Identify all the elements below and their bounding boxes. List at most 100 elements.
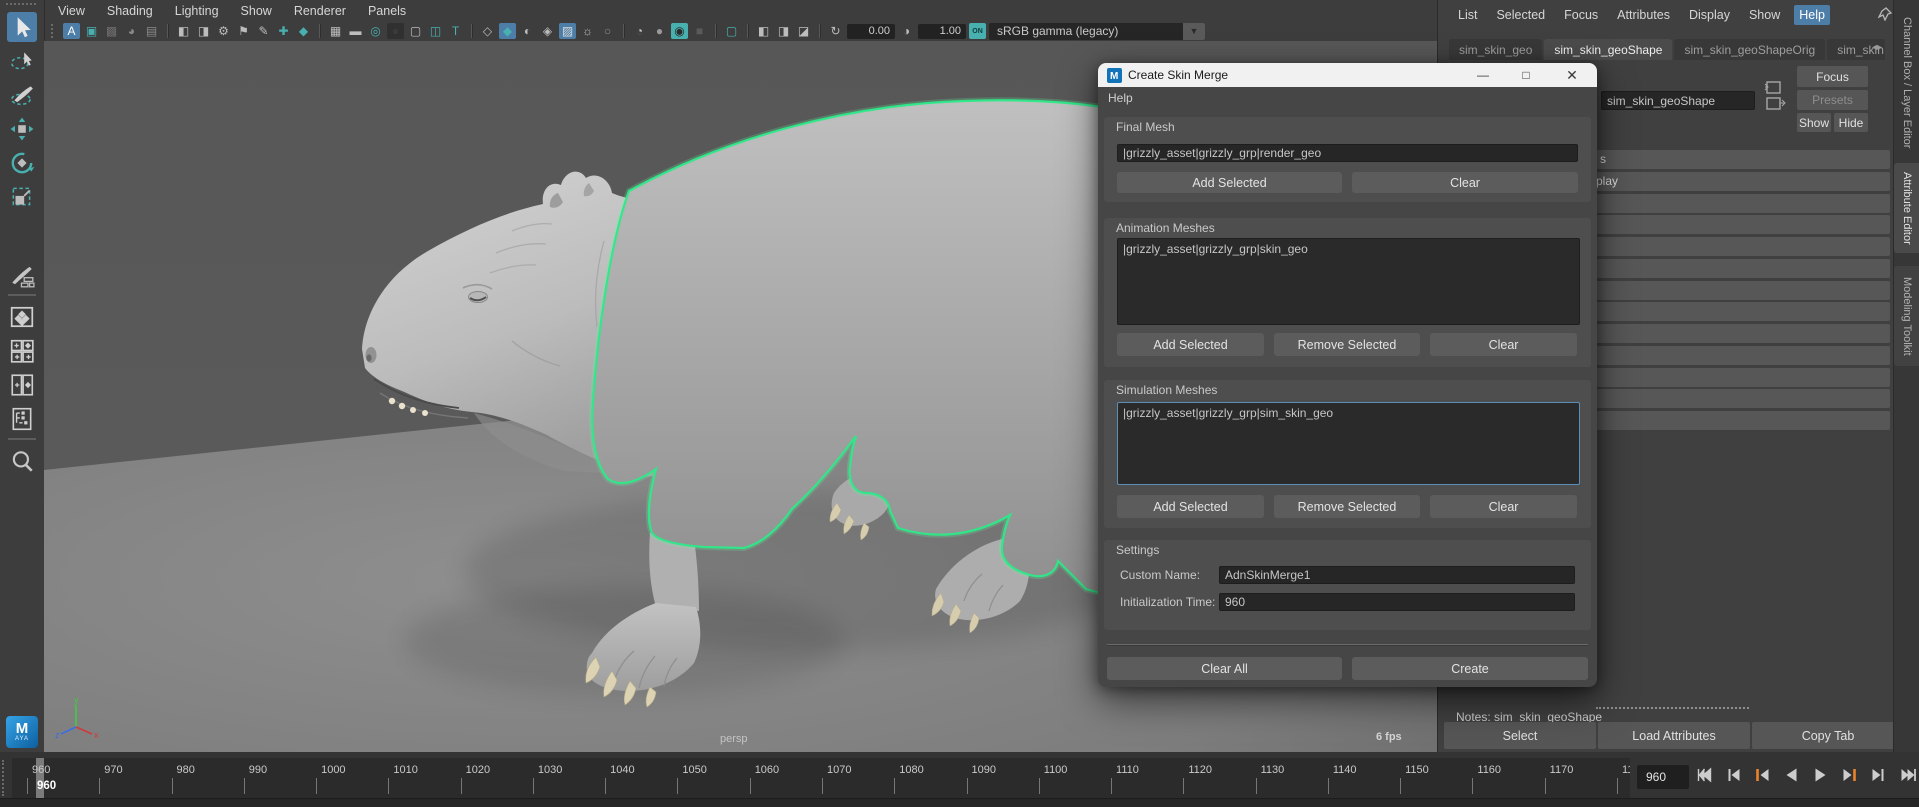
anim-clear-button[interactable]: Clear [1430, 333, 1577, 356]
tab-attribute-editor[interactable]: Attribute Editor [1894, 163, 1919, 253]
copy-tab-button[interactable]: Copy Tab [1752, 722, 1904, 749]
play-backward-button[interactable] [1783, 767, 1800, 788]
ae-menu-help[interactable]: Help [1794, 5, 1830, 25]
snap-icon[interactable]: ✚ [275, 23, 292, 39]
final-clear-button[interactable]: Clear [1352, 172, 1578, 193]
viewport-menu-view[interactable]: View [58, 4, 85, 18]
ae-menu-display[interactable]: Display [1684, 5, 1735, 25]
rotate-tool[interactable] [7, 148, 37, 178]
exposure-field[interactable]: 0.00 [847, 24, 895, 39]
image-plane-icon[interactable]: ▤ [143, 23, 160, 39]
ae-tab-sim_skin_geoShape[interactable]: sim_skin_geoShape [1544, 39, 1672, 60]
dialog-titlebar[interactable]: M Create Skin Merge — □ ✕ [1098, 63, 1597, 87]
viewport-menu-show[interactable]: Show [241, 4, 272, 18]
final-mesh-field[interactable]: |grizzly_asset|grizzly_grp|render_geo [1117, 144, 1578, 162]
layout-four-pane[interactable] [7, 336, 37, 366]
xray-icon[interactable]: ◔ [631, 23, 648, 39]
time-ruler[interactable]: 960 960970980990100010101020103010401050… [12, 758, 1630, 798]
step-forward-key-button[interactable] [1841, 767, 1858, 788]
viewport-menu-lighting[interactable]: Lighting [175, 4, 219, 18]
ae-menu-attributes[interactable]: Attributes [1612, 5, 1675, 25]
play-forward-button[interactable] [1812, 767, 1829, 788]
sim-add-selected-button[interactable]: Add Selected [1117, 495, 1264, 518]
exposure-toggle-icon[interactable]: ◉ [671, 23, 688, 39]
safe-title-icon[interactable]: T [447, 23, 464, 39]
lighting-icon[interactable]: ☼ [579, 23, 596, 39]
ae-menu-selected[interactable]: Selected [1491, 5, 1550, 25]
frame-all-icon[interactable]: ▣ [83, 23, 100, 39]
swap-view-icon[interactable]: ◪ [795, 23, 812, 39]
viewport-menu-panels[interactable]: Panels [368, 4, 406, 18]
refresh-icon[interactable]: ↻ [827, 23, 844, 39]
film-gate-icon[interactable]: ▬ [347, 23, 364, 39]
resolution-gate-icon[interactable]: ◎ [367, 23, 384, 39]
shadows-icon[interactable]: ○ [599, 23, 616, 39]
frame-field[interactable]: 960 [1637, 765, 1689, 789]
shaded-icon[interactable]: ◆ [499, 23, 516, 39]
tab-channel-box[interactable]: Channel Box / Layer Editor [1894, 8, 1919, 158]
clear-all-button[interactable]: Clear All [1107, 657, 1342, 680]
occlusion-icon[interactable]: ■ [691, 23, 708, 39]
copy-node-icons[interactable] [1764, 80, 1790, 112]
notes-divider[interactable] [1596, 707, 1749, 709]
bookmark-icon[interactable]: ⚑ [235, 23, 252, 39]
list-item[interactable]: |grizzly_asset|grizzly_grp|sim_skin_geo [1118, 403, 1579, 420]
select-tool[interactable] [7, 12, 37, 42]
ae-menu-list[interactable]: List [1453, 5, 1482, 25]
select-button[interactable]: Select [1444, 722, 1596, 749]
anim-remove-selected-button[interactable]: Remove Selected [1274, 333, 1420, 356]
close-button[interactable]: ✕ [1551, 63, 1593, 87]
scale-tool[interactable] [7, 182, 37, 212]
load-attributes-button[interactable]: Load Attributes [1598, 722, 1750, 749]
ae-tab-sim_skin_geoShapeOrig[interactable]: sim_skin_geoShapeOrig [1674, 39, 1825, 60]
step-forward-button[interactable] [1870, 767, 1887, 788]
sim-remove-selected-button[interactable]: Remove Selected [1274, 495, 1420, 518]
colorspace-combo[interactable]: sRGB gamma (legacy)▼ [989, 23, 1205, 40]
lens-icon[interactable]: ◕ [123, 23, 140, 39]
ae-menu-show[interactable]: Show [1744, 5, 1785, 25]
init-time-field[interactable]: 960 [1219, 593, 1575, 611]
tab-modeling-toolkit[interactable]: Modeling Toolkit [1894, 266, 1919, 366]
isolate-select-icon[interactable]: ▩ [103, 23, 120, 39]
timeline-grip[interactable] [2, 760, 9, 796]
anim-add-selected-button[interactable]: Add Selected [1117, 333, 1264, 356]
ae-tab-sim_skin_geo[interactable]: sim_skin_geo [1449, 39, 1542, 60]
create-button[interactable]: Create [1352, 657, 1588, 680]
lock-camera-icon[interactable]: ◨ [195, 23, 212, 39]
final-add-selected-button[interactable]: Add Selected [1117, 172, 1342, 193]
animation-meshes-list[interactable]: |grizzly_asset|grizzly_grp|skin_geo [1117, 238, 1580, 325]
xray-joints-icon[interactable]: ● [651, 23, 668, 39]
gate-mask-icon[interactable]: ● [387, 23, 404, 39]
viewport-menu-shading[interactable]: Shading [107, 4, 153, 18]
presets-button[interactable]: Presets [1797, 90, 1868, 110]
camera-icon[interactable]: ◧ [175, 23, 192, 39]
paste-view-icon[interactable]: ◨ [775, 23, 792, 39]
grid-icon[interactable]: ▦ [327, 23, 344, 39]
contrast-icon[interactable]: ◑ [898, 23, 915, 39]
hide-button[interactable]: Hide [1834, 113, 1868, 132]
annotate-icon[interactable]: A [63, 23, 80, 39]
material-icon[interactable]: ◈ [539, 23, 556, 39]
toolbox-grip[interactable] [6, 3, 36, 9]
camera-attributes-icon[interactable]: ⚙ [215, 23, 232, 39]
gamma-field[interactable]: 1.00 [918, 24, 966, 39]
sim-clear-button[interactable]: Clear [1430, 495, 1577, 518]
edit-bookmark-icon[interactable]: ✎ [255, 23, 272, 39]
copy-view-icon[interactable]: ◧ [755, 23, 772, 39]
textured-icon[interactable]: ▨ [559, 23, 576, 39]
viewport-menu-renderer[interactable]: Renderer [294, 4, 346, 18]
step-back-button[interactable] [1725, 767, 1742, 788]
wireframe-icon[interactable]: ◇ [479, 23, 496, 39]
tab-scroll-arrows[interactable]: ◂▸ [1872, 42, 1892, 58]
dialog-help-menu[interactable]: Help [1108, 91, 1133, 105]
pen-icon[interactable]: ◆ [295, 23, 312, 39]
selection-highlight-icon[interactable]: ▢ [723, 23, 740, 39]
last-tool[interactable] [7, 260, 37, 290]
search-icon[interactable] [7, 446, 37, 476]
simulation-meshes-list[interactable]: |grizzly_asset|grizzly_grp|sim_skin_geo [1117, 402, 1580, 485]
layout-two-pane[interactable] [7, 370, 37, 400]
paint-select-tool[interactable] [7, 80, 37, 110]
on-toggle-icon[interactable]: ON [969, 23, 986, 39]
node-name-field[interactable]: sim_skin_geoShape [1601, 91, 1755, 110]
maximize-button[interactable]: □ [1505, 63, 1547, 87]
